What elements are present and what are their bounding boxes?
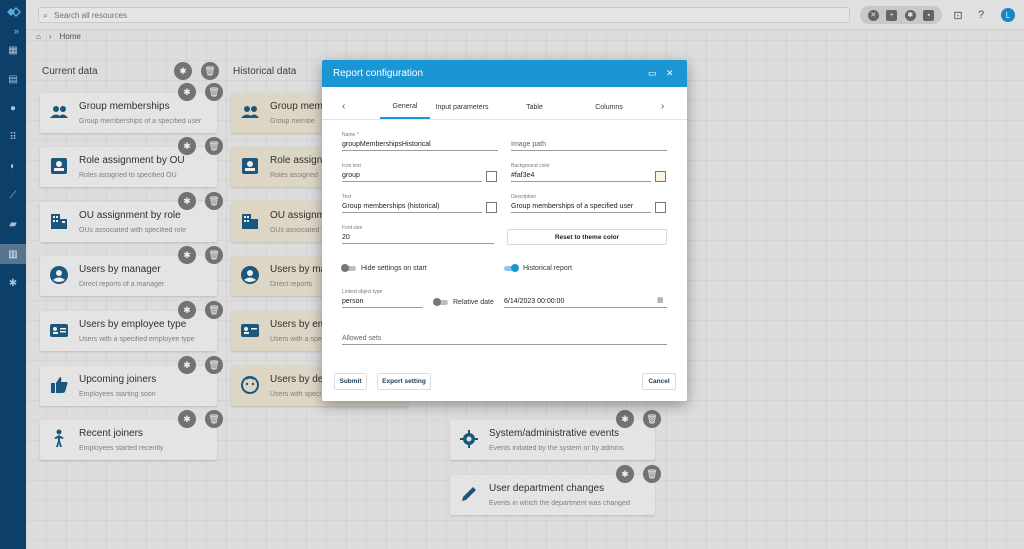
hide-settings-toggle[interactable]: Hide settings on start [341, 264, 427, 272]
report-configuration-dialog: Report configuration ▭ ✕ ‹ General Input… [322, 60, 687, 401]
linked-object-type-field[interactable]: Linked object type person [342, 289, 423, 308]
font-size-field[interactable]: Font size 20 [342, 225, 494, 244]
date-field[interactable]: 6/14/2023 00:00:00 [504, 289, 667, 308]
tab-input-parameters[interactable]: Input parameters [432, 96, 492, 119]
maximize-icon[interactable]: ▭ [648, 68, 657, 79]
reset-theme-color-button[interactable]: Reset to theme color [507, 229, 667, 245]
hide-settings-switch[interactable] [341, 264, 356, 272]
tab-table[interactable]: Table [512, 96, 557, 119]
chevron-right-icon[interactable]: › [661, 101, 664, 112]
description-input[interactable]: Group memberships of a specified user [511, 201, 651, 213]
relative-date-toggle[interactable]: Relative date [433, 298, 494, 306]
dialog-header: Report configuration ▭ ✕ [322, 60, 687, 87]
allowed-sets-input[interactable]: Allowed sets [342, 333, 667, 345]
linked-object-type-input[interactable]: person [342, 296, 423, 308]
relative-date-label: Relative date [453, 299, 494, 306]
chevron-left-icon[interactable]: ‹ [342, 101, 345, 112]
text-checkbox[interactable] [486, 202, 497, 213]
historical-report-switch[interactable] [504, 264, 519, 272]
image-path-field[interactable]: Image path [511, 132, 667, 151]
submit-button[interactable]: Submit [334, 373, 367, 390]
date-input[interactable]: 6/14/2023 00:00:00 [504, 296, 667, 308]
font-size-label: Font size [342, 225, 363, 231]
text-input[interactable]: Group memberships (historical) [342, 201, 482, 213]
cancel-button[interactable]: Cancel [642, 373, 676, 390]
relative-date-switch[interactable] [433, 298, 448, 306]
background-color-swatch[interactable] [655, 171, 666, 182]
hide-settings-label: Hide settings on start [361, 265, 427, 272]
tab-general[interactable]: General [380, 96, 430, 119]
tab-bar: ‹ General Input parameters Table Columns… [322, 96, 687, 120]
description-field[interactable]: Description Group memberships of a speci… [511, 194, 651, 213]
tab-columns[interactable]: Columns [584, 96, 634, 119]
allowed-sets-field[interactable]: Allowed sets [342, 326, 667, 345]
icon-text-input[interactable]: group [342, 170, 482, 182]
linked-object-type-label: Linked object type [342, 289, 383, 295]
background-color-input[interactable]: #faf3e4 [511, 170, 651, 182]
description-checkbox[interactable] [655, 202, 666, 213]
name-field[interactable]: Name * groupMembershipsHistorical [342, 132, 498, 151]
name-input[interactable]: groupMembershipsHistorical [342, 139, 498, 151]
icon-text-field[interactable]: Icon text group [342, 163, 482, 182]
image-path-input[interactable]: Image path [511, 139, 667, 151]
historical-report-toggle[interactable]: Historical report [504, 264, 573, 272]
historical-report-label: Historical report [523, 265, 573, 272]
export-setting-button[interactable]: Export setting [377, 373, 431, 390]
font-size-input[interactable]: 20 [342, 232, 494, 244]
text-field[interactable]: Text Group memberships (historical) [342, 194, 482, 213]
background-color-label: Background color [511, 163, 550, 169]
icon-text-label: Icon text [342, 163, 361, 169]
dialog-title: Report configuration [333, 68, 424, 79]
background-color-field[interactable]: Background color #faf3e4 [511, 163, 651, 182]
description-label: Description [511, 194, 537, 200]
name-label: Name * [342, 132, 359, 138]
calendar-icon[interactable]: ▦ [657, 296, 664, 304]
close-icon[interactable]: ✕ [666, 68, 674, 79]
text-label: Text [342, 194, 352, 200]
icon-text-checkbox[interactable] [486, 171, 497, 182]
